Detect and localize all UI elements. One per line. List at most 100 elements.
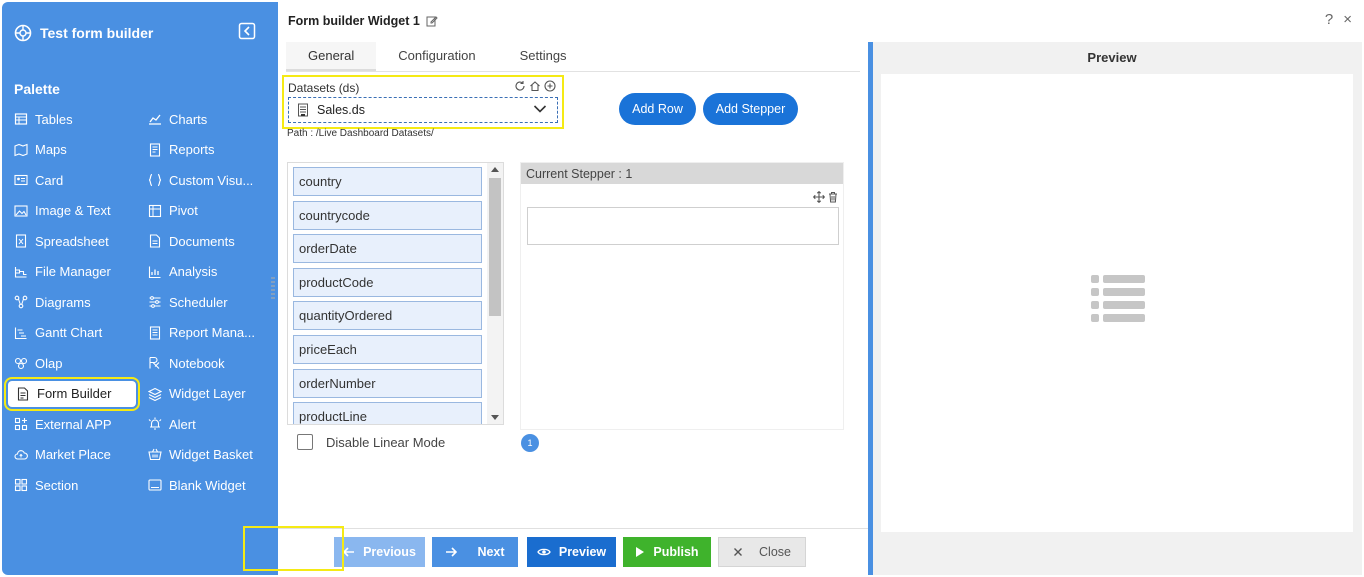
gantt-icon (14, 327, 27, 339)
previous-button[interactable]: Previous (334, 537, 425, 567)
palette-item-label: Tables (35, 111, 73, 127)
arrow-left-icon (343, 547, 355, 557)
sidebar-resize-grip[interactable] (271, 276, 275, 300)
datasets-tools (514, 80, 556, 92)
sidebar: Test form builder Palette Tables Charts Ma… (2, 2, 278, 575)
scroll-down-icon[interactable] (491, 415, 499, 420)
palette-item-market-place[interactable]: Market Place (6, 440, 140, 471)
refresh-icon[interactable] (514, 80, 526, 92)
palette-grid: Tables Charts Maps Reports Card Custom Visu..… (4, 104, 274, 501)
grip-icon (271, 277, 275, 299)
chevron-down-icon (533, 105, 547, 113)
palette-item-form-builder[interactable]: Form Builder (4, 376, 140, 411)
scroll-up-icon[interactable] (491, 167, 499, 172)
palette-item-section[interactable]: Section (6, 470, 140, 501)
palette-item-scheduler[interactable]: Scheduler (140, 287, 274, 318)
close-button[interactable]: Close (718, 537, 806, 567)
palette-item-maps[interactable]: Maps (6, 135, 140, 166)
previous-label: Previous (363, 545, 416, 559)
field-item-productcode[interactable]: productCode (293, 267, 482, 297)
tab-settings[interactable]: Settings (498, 42, 589, 71)
palette-item-label: Card (35, 172, 64, 188)
field-list-scrollbar[interactable] (487, 163, 503, 424)
window-close-icon[interactable]: × (1343, 11, 1352, 28)
scheduler-icon (149, 296, 161, 309)
palette-item-image-text[interactable]: Image & Text (6, 196, 140, 227)
basket-icon (148, 448, 162, 460)
arrow-right-icon (446, 547, 458, 557)
field-item-orderdate[interactable]: orderDate (293, 234, 482, 264)
palette-item-card[interactable]: Card (6, 165, 140, 196)
report-manager-icon (149, 326, 161, 340)
palette-item-label: External APP (35, 416, 112, 432)
card-icon (14, 175, 28, 186)
palette-item-analysis[interactable]: Analysis (140, 257, 274, 288)
field-item-quantityordered[interactable]: quantityOrdered (293, 301, 482, 331)
stepper-drop-area[interactable] (527, 207, 839, 245)
palette-item-label: Form Builder (37, 386, 112, 402)
palette-item-label: Market Place (35, 447, 111, 463)
palette-item-label: Image & Text (35, 203, 111, 219)
scroll-thumb[interactable] (489, 178, 501, 316)
add-stepper-button[interactable]: Add Stepper (703, 93, 798, 125)
preview-highlight (243, 526, 344, 571)
linear-mode-checkbox[interactable] (297, 434, 313, 450)
collapse-icon (238, 22, 256, 40)
tab-configuration[interactable]: Configuration (376, 42, 497, 71)
spreadsheet-icon (15, 234, 27, 248)
help-icon[interactable]: ? (1325, 11, 1333, 28)
move-icon[interactable] (813, 191, 825, 203)
palette-item-widget-basket[interactable]: Widget Basket (140, 440, 274, 471)
palette-item-documents[interactable]: Documents (140, 226, 274, 257)
palette-item-alert[interactable]: Alert (140, 409, 274, 440)
dataset-select[interactable]: Sales.ds (288, 97, 558, 123)
form-builder-icon (17, 387, 29, 401)
publish-button[interactable]: Publish (623, 537, 711, 567)
add-circle-icon[interactable] (544, 80, 556, 92)
field-list: country countrycode orderDate productCode qu… (287, 162, 504, 425)
play-icon (636, 547, 645, 557)
palette-item-charts[interactable]: Charts (140, 104, 274, 135)
palette-item-diagrams[interactable]: Diagrams (6, 287, 140, 318)
tab-general[interactable]: General (286, 42, 377, 71)
close-icon (734, 548, 743, 556)
field-item-country[interactable]: country (293, 167, 482, 196)
collapse-sidebar-button[interactable] (238, 22, 258, 42)
diagram-icon (14, 295, 28, 309)
edit-icon[interactable] (426, 15, 438, 27)
preview-label: Preview (558, 545, 607, 559)
publish-label: Publish (653, 545, 699, 559)
palette-item-reports[interactable]: Reports (140, 135, 274, 166)
palette-item-blank-widget[interactable]: Blank Widget (140, 470, 274, 501)
preview-canvas (881, 74, 1353, 532)
preview-button[interactable]: Preview (527, 537, 616, 567)
analysis-icon (148, 266, 161, 278)
add-row-button[interactable]: Add Row (619, 93, 696, 125)
palette-item-external-app[interactable]: External APP (6, 409, 140, 440)
palette-item-tables[interactable]: Tables (6, 104, 140, 135)
palette-item-notebook[interactable]: Notebook (140, 348, 274, 379)
delete-icon[interactable] (827, 191, 839, 203)
linear-mode-option[interactable]: Disable Linear Mode (297, 434, 445, 450)
widget-editor: Form builder Widget 1 General Configurat… (278, 2, 868, 575)
preview-title: Preview (1087, 50, 1137, 65)
app-title-text: Test form builder (40, 25, 154, 41)
palette-item-report-mana[interactable]: Report Mana... (140, 318, 274, 349)
home-icon[interactable] (529, 80, 541, 92)
field-item-productline[interactable]: productLine (293, 402, 482, 424)
field-item-countrycode[interactable]: countrycode (293, 200, 482, 230)
palette-item-custom-visu[interactable]: Custom Visu... (140, 165, 274, 196)
palette-item-file-manager[interactable]: File Manager (6, 257, 140, 288)
palette-item-gantt-chart[interactable]: Gantt Chart (6, 318, 140, 349)
palette-item-label: Gantt Chart (35, 325, 103, 341)
field-item-priceeach[interactable]: priceEach (293, 335, 482, 364)
next-button[interactable]: Next (432, 537, 518, 567)
table-icon (14, 113, 28, 125)
stepper-badge[interactable]: 1 (521, 434, 539, 452)
palette-item-spreadsheet[interactable]: Spreadsheet (6, 226, 140, 257)
palette-item-pivot[interactable]: Pivot (140, 196, 274, 227)
palette-item-widget-layer[interactable]: Widget Layer (140, 379, 274, 410)
field-item-ordernumber[interactable]: orderNumber (293, 368, 482, 398)
palette-item-label: Blank Widget (169, 477, 246, 493)
palette-item-olap[interactable]: Olap (6, 348, 140, 379)
